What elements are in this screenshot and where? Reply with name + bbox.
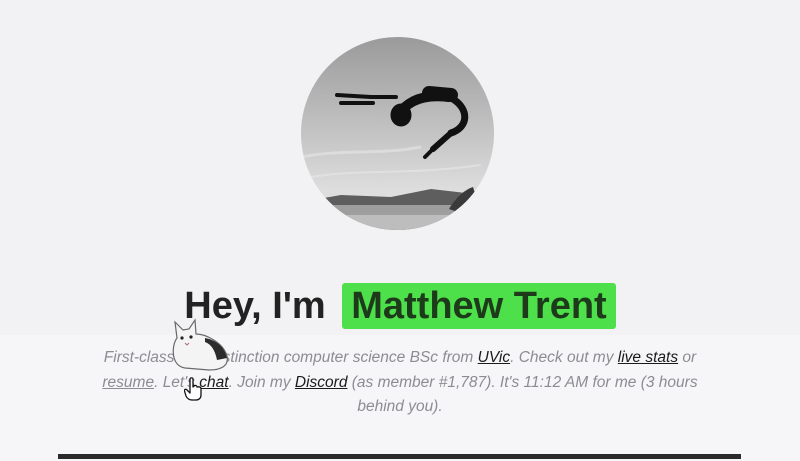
bio-text-7: (as member #1,787). It's 11:12 AM for me… [347,373,698,416]
hand-pointer-icon [184,377,202,401]
section-divider [58,454,741,459]
name-highlight: Matthew Trent [342,283,616,329]
hero-heading: Hey, I'm Matthew Trent [0,280,800,332]
profile-avatar [301,37,494,230]
uvic-link[interactable]: UVic [478,349,510,366]
bio-text-6: . Join my [228,373,295,391]
live-stats-link[interactable]: live stats [618,349,678,366]
discord-link[interactable]: Discord [295,374,348,391]
chat-link[interactable]: chat [199,374,228,391]
bio-text-1: First-class [103,349,175,366]
cat-icon [172,318,228,371]
bio-text-4: or [678,349,697,366]
resume-link[interactable]: resume [102,374,154,391]
bio-text-3: . Check out my [510,349,618,366]
